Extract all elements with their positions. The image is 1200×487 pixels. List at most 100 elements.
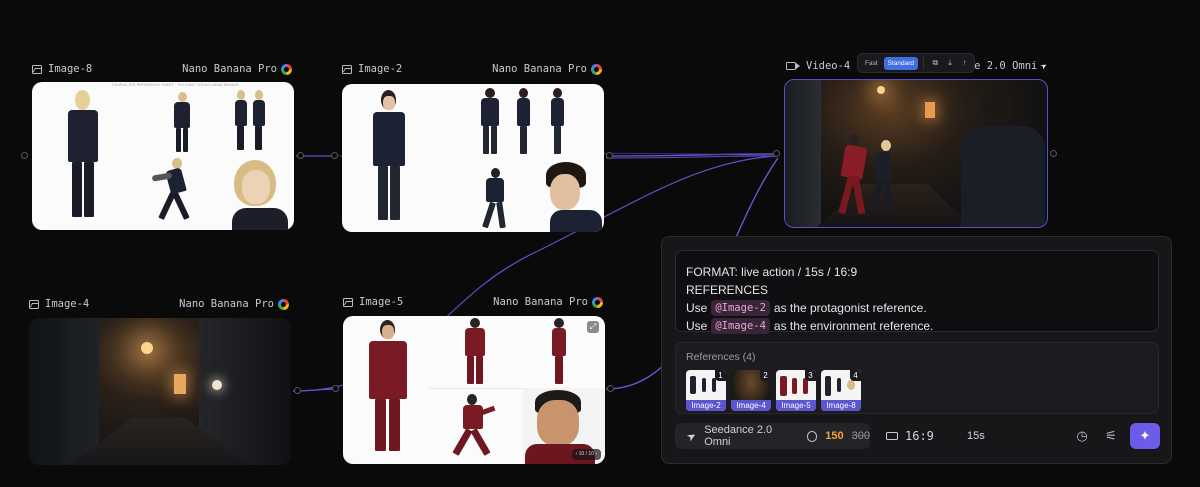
duration-selector[interactable]: 15s <box>967 423 985 449</box>
node-header-image-8[interactable]: Image-8 Nano Banana Pro <box>32 61 292 77</box>
input-port[interactable] <box>21 152 28 159</box>
image-icon <box>343 297 353 307</box>
reference-label: Image-8 <box>821 400 861 411</box>
seedance-icon: ➤ <box>684 428 699 444</box>
node-title: Video-4 <box>806 60 851 72</box>
fast-toggle[interactable]: Fast <box>861 57 882 70</box>
prompt-line-references: REFERENCES <box>686 282 769 297</box>
node-model: ce 2.0 Omni <box>967 60 1038 72</box>
figure-woman-action <box>151 158 200 224</box>
sparkle-icon: ✦ <box>1139 428 1151 443</box>
expand-icon[interactable]: ⤢ <box>587 321 599 333</box>
cost-original: 300 <box>851 430 870 442</box>
figure-man-action <box>482 168 510 230</box>
alley-left-wall <box>29 318 99 465</box>
figure-woman-back <box>172 92 192 154</box>
image-icon <box>32 64 42 74</box>
generation-panel: FORMAT: live action / 15s / 16:9 REFEREN… <box>661 236 1172 464</box>
download-icon[interactable]: ⤓ <box>944 56 957 70</box>
image-4-preview[interactable] <box>29 318 291 465</box>
reference-label: Image-5 <box>776 400 816 411</box>
portrait-man <box>540 160 602 232</box>
copy-icon[interactable]: ⧉ <box>929 56 942 70</box>
video-toolbar: Fast Standard ⧉ ⤓ ↑ <box>857 53 975 73</box>
node-model: Nano Banana Pro <box>493 296 588 308</box>
input-port[interactable] <box>773 150 780 157</box>
prompt-line-format: FORMAT: live action / 15s / 16:9 <box>686 264 858 279</box>
share-icon[interactable]: ↑ <box>958 56 971 70</box>
generation-controls: ➤ Seedance 2.0 Omni 150 300 16:9 15s ◷ ⚟… <box>675 423 1160 451</box>
reference-thumb-2[interactable]: 2 Image-4 <box>731 370 771 411</box>
reference-thumb-1[interactable]: 1 Image-2 <box>686 370 726 411</box>
model-selector[interactable]: ➤ Seedance 2.0 Omni 150 300 <box>675 423 870 449</box>
prompt-line-protagonist: Use @Image-2 as the protagonist referenc… <box>686 299 1148 317</box>
node-header-image-4[interactable]: Image-4 Nano Banana Pro <box>29 296 289 312</box>
mention-tag-image-2[interactable]: @Image-2 <box>711 300 770 316</box>
reference-number: 1 <box>715 370 726 381</box>
generate-button[interactable]: ✦ <box>1130 423 1160 449</box>
pager-label: 10 / 10 <box>578 451 594 457</box>
input-port[interactable] <box>331 152 338 159</box>
history-icon[interactable]: ◷ <box>1071 425 1093 447</box>
sheet-caption: CHARACTER REFERENCE SHEET · ELEGANT YOUN… <box>112 83 239 87</box>
node-header-image-5[interactable]: Image-5 Nano Banana Pro <box>343 294 603 310</box>
workflow-canvas[interactable]: Image-8 Nano Banana Pro CHARACTER REFERE… <box>0 0 1200 487</box>
video-left-wall <box>785 80 821 227</box>
figure-woman-side-2 <box>252 90 266 152</box>
magic-wand-icon[interactable]: ⚟ <box>1100 425 1122 447</box>
node-title: Image-5 <box>359 296 404 308</box>
node-model: Nano Banana Pro <box>182 63 277 75</box>
node-title: Image-4 <box>45 298 90 310</box>
image-2-preview[interactable] <box>342 84 604 232</box>
output-port[interactable] <box>294 387 301 394</box>
image-5-preview[interactable]: ⤢ ‹ 10 / 10 › <box>343 316 605 464</box>
google-icon <box>592 296 603 308</box>
reference-thumb-3[interactable]: 3 Image-5 <box>776 370 816 411</box>
model-name: Seedance 2.0 Omni <box>704 424 773 448</box>
image-pager[interactable]: ‹ 10 / 10 › <box>571 449 601 460</box>
image-icon <box>29 299 39 309</box>
figure-red-suit-front <box>365 320 411 460</box>
output-port[interactable] <box>607 385 614 392</box>
aspect-icon <box>886 432 898 440</box>
standard-toggle[interactable]: Standard <box>883 56 919 70</box>
figure-woman-front <box>62 88 106 226</box>
foreground-man <box>957 86 1047 227</box>
image-8-preview[interactable]: CHARACTER REFERENCE SHEET · ELEGANT YOUN… <box>32 82 294 230</box>
prompt-editor[interactable]: FORMAT: live action / 15s / 16:9 REFEREN… <box>675 250 1159 334</box>
reference-thumb-4[interactable]: 4 Image-8 <box>821 370 861 411</box>
aspect-ratio-selector[interactable]: 16:9 <box>886 423 934 449</box>
fighter-woman <box>867 140 897 214</box>
node-model: Nano Banana Pro <box>179 298 274 310</box>
reference-label: Image-4 <box>731 400 771 411</box>
prompt-text: as the environment reference. <box>773 318 934 333</box>
figure-man-back <box>479 88 501 156</box>
video-4-preview[interactable] <box>784 79 1048 228</box>
mention-tag-image-4[interactable]: @Image-4 <box>711 318 770 334</box>
references-section: References (4) 1 Image-2 2 Image-4 3 Ima… <box>675 342 1159 414</box>
video-icon <box>786 62 800 70</box>
output-port[interactable] <box>606 152 613 159</box>
node-model: Nano Banana Pro <box>492 63 587 75</box>
figure-man-side-2 <box>550 88 564 156</box>
portrait-woman <box>228 156 288 230</box>
street-lamp <box>141 342 153 354</box>
video-lamp <box>877 86 885 94</box>
figure-man-front <box>368 90 412 230</box>
node-title: Image-2 <box>358 63 403 75</box>
prompt-text: Use <box>686 318 708 333</box>
node-title: Image-8 <box>48 63 93 75</box>
node-header-image-2[interactable]: Image-2 Nano Banana Pro <box>342 61 602 77</box>
input-port[interactable] <box>332 385 339 392</box>
reference-number: 3 <box>805 370 816 381</box>
figure-red-suit-side <box>551 318 567 386</box>
output-port[interactable] <box>297 152 304 159</box>
google-icon <box>278 298 289 310</box>
reference-number: 4 <box>850 370 861 381</box>
reference-label: Image-2 <box>686 400 726 411</box>
prompt-text: Use <box>686 300 708 315</box>
prompt-text: as the protagonist reference. <box>773 300 927 315</box>
figure-man-side-1 <box>516 88 530 156</box>
reference-number: 2 <box>760 370 771 381</box>
output-port[interactable] <box>1050 150 1057 157</box>
